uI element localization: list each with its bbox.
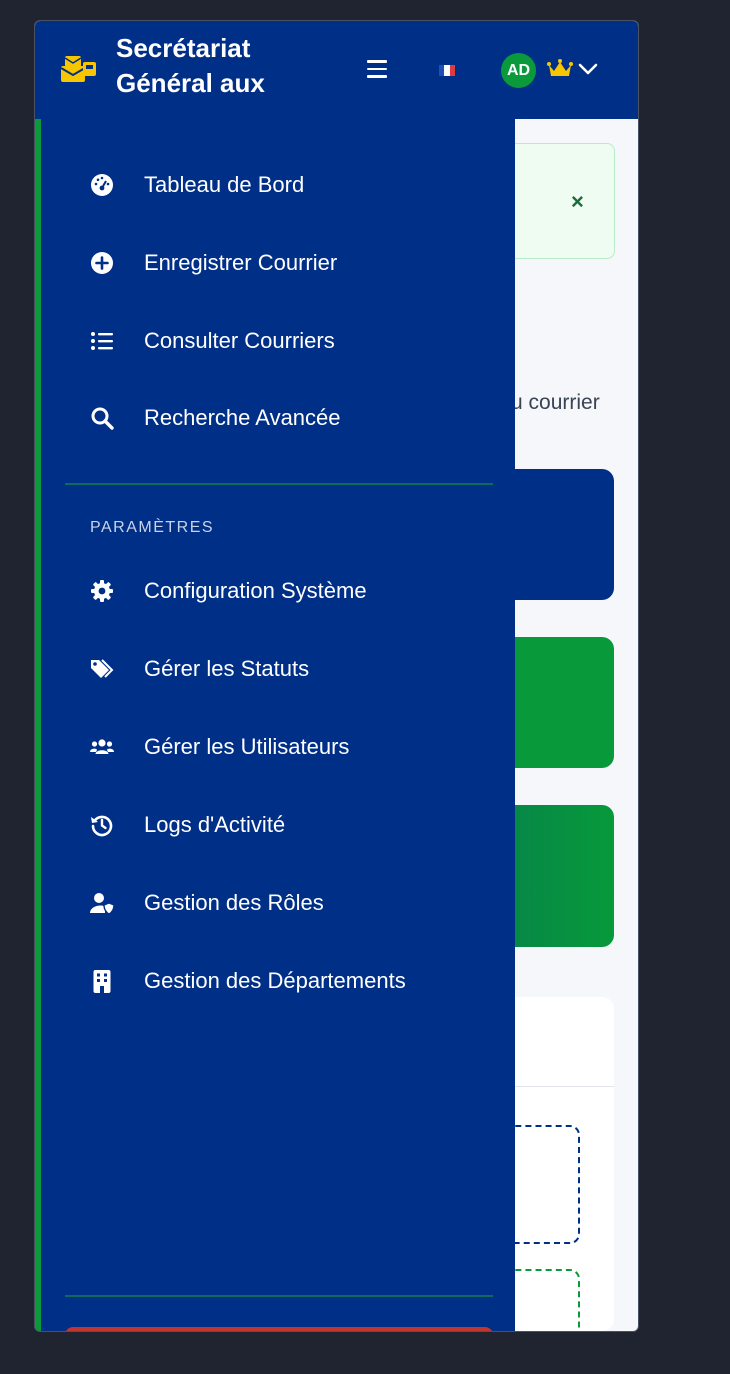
sidebar-item-label: Gérer les Statuts	[144, 656, 310, 681]
sidebar-item-label: Tableau de Bord	[144, 172, 305, 197]
french-flag-icon[interactable]	[439, 65, 455, 76]
app-title[interactable]: Secrétariat Général aux	[116, 31, 316, 101]
sidebar-item-advanced-search[interactable]: Recherche Avancée	[41, 390, 515, 446]
top-navbar: Secrétariat Général aux AD	[35, 21, 638, 119]
sidebar-item-label: Configuration Système	[144, 578, 367, 603]
gear-icon	[91, 580, 113, 602]
list-icon	[91, 332, 113, 350]
background-text: u courrier	[511, 391, 600, 414]
sidebar: Tableau de Bord Enregistrer Courrier Con…	[35, 119, 515, 1331]
sidebar-item-label: Logs d'Activité	[144, 812, 286, 837]
sidebar-item-label: Gestion des Rôles	[144, 890, 324, 915]
mail-bulk-icon	[61, 56, 96, 82]
app-window: × u courrier Secrétariat Général aux AD	[34, 20, 639, 1332]
sidebar-item-label: Gérer les Utilisateurs	[144, 734, 350, 759]
user-avatar[interactable]: AD	[501, 53, 536, 88]
sidebar-item-label: Gestion des Départements	[144, 968, 406, 993]
sidebar-item-roles[interactable]: Gestion des Rôles	[41, 875, 515, 931]
building-icon	[93, 970, 111, 993]
crown-icon	[547, 59, 573, 76]
alert-close-button[interactable]: ×	[571, 189, 584, 215]
sidebar-item-system-config[interactable]: Configuration Système	[41, 563, 515, 619]
users-icon	[90, 739, 114, 754]
sidebar-item-users[interactable]: Gérer les Utilisateurs	[41, 719, 515, 775]
dashboard-gauge-icon	[91, 174, 113, 196]
sidebar-divider-bottom	[65, 1295, 493, 1297]
search-icon	[91, 407, 114, 430]
history-icon	[91, 815, 113, 837]
tags-icon	[91, 659, 114, 678]
sidebar-item-label: Enregistrer Courrier	[144, 250, 338, 275]
menu-toggle-icon[interactable]	[367, 60, 387, 80]
sidebar-item-register-mail[interactable]: Enregistrer Courrier	[41, 235, 515, 291]
sidebar-item-dashboard[interactable]: Tableau de Bord	[41, 157, 515, 213]
sidebar-section-title: PARAMÈTRES	[90, 519, 215, 536]
plus-circle-icon	[91, 252, 113, 274]
sidebar-divider	[65, 483, 493, 485]
sidebar-item-view-mail[interactable]: Consulter Courriers	[41, 313, 515, 369]
user-shield-icon	[90, 893, 114, 915]
logout-button[interactable]	[65, 1327, 493, 1331]
sidebar-item-activity-logs[interactable]: Logs d'Activité	[41, 797, 515, 853]
sidebar-item-departments[interactable]: Gestion des Départements	[41, 953, 515, 1009]
chevron-down-icon[interactable]	[577, 61, 599, 77]
sidebar-item-statuses[interactable]: Gérer les Statuts	[41, 641, 515, 697]
sidebar-item-label: Recherche Avancée	[144, 405, 341, 430]
success-alert	[505, 143, 615, 259]
sidebar-item-label: Consulter Courriers	[144, 328, 335, 353]
